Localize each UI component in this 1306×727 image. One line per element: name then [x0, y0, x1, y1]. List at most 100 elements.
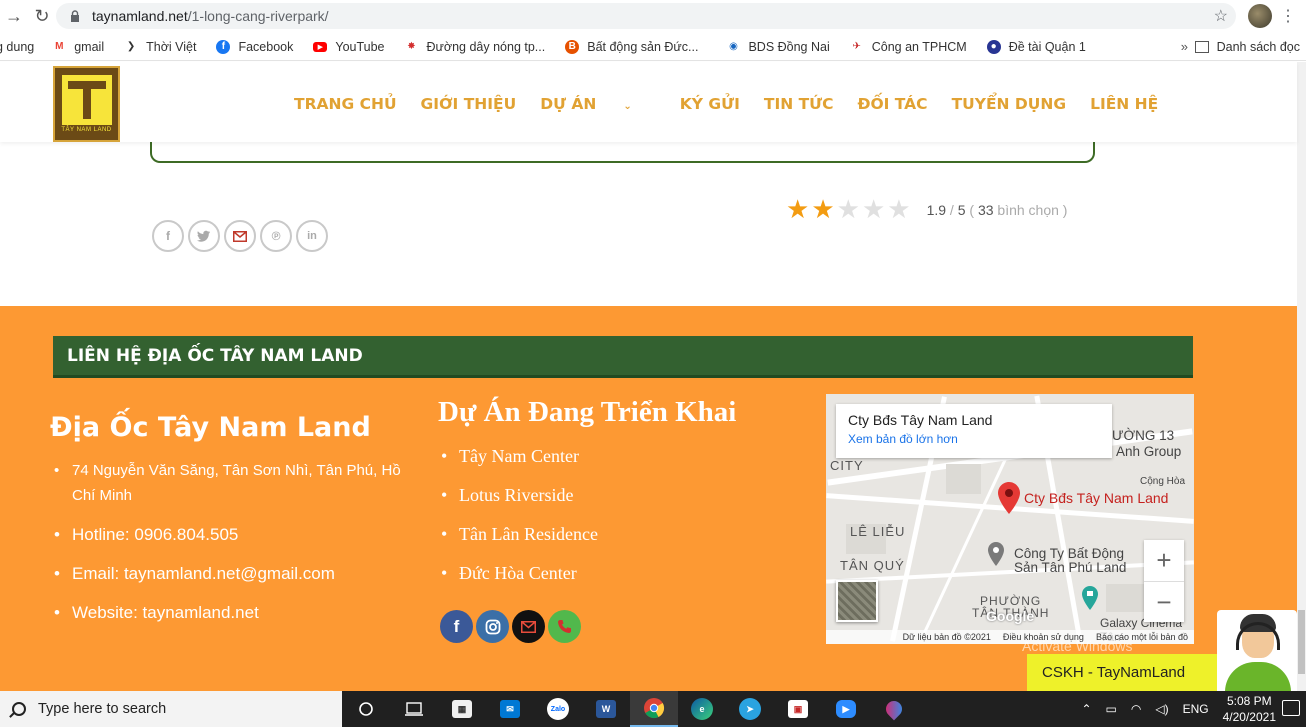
police-icon: ✈	[852, 41, 861, 52]
bookmark-facebook[interactable]: f Facebook	[216, 39, 293, 54]
edge-icon[interactable]: e	[678, 691, 726, 727]
bookmark-bds-dongnai[interactable]: ◉ BDS Đồng Nai	[726, 40, 830, 54]
share-linkedin-icon[interactable]: in	[296, 220, 328, 252]
battery-icon[interactable]: ▭	[1106, 702, 1117, 716]
reading-list-icon	[1194, 41, 1209, 53]
volume-icon[interactable]: ◁)	[1155, 702, 1168, 716]
store-icon[interactable]: ▦	[438, 691, 486, 727]
contact-address: 74 Nguyễn Văn Săng, Tân Sơn Nhì, Tân Phú…	[52, 458, 412, 508]
google-logo: Google	[986, 608, 1035, 624]
project-link[interactable]: Tây Nam Center	[440, 446, 598, 485]
paint-icon[interactable]	[870, 691, 918, 727]
nav-careers[interactable]: TUYỂN DỤNG	[952, 95, 1067, 113]
telegram-icon[interactable]: ➤	[726, 691, 774, 727]
project-link[interactable]: Đức Hòa Center	[440, 563, 598, 602]
bookmark-youtube[interactable]: ▶ YouTube	[313, 40, 385, 54]
contact-hotline[interactable]: Hotline: 0906.804.505	[52, 522, 412, 547]
app-icon[interactable]: ▣	[774, 691, 822, 727]
taskbar-search[interactable]: Type here to search	[0, 691, 342, 727]
map-pin-icon[interactable]	[998, 482, 1020, 514]
scrollbar-thumb[interactable]	[1298, 610, 1305, 674]
bookmark-police[interactable]: ✈ Công an TPHCM	[850, 40, 967, 54]
share-twitter-icon[interactable]	[188, 220, 220, 252]
search-placeholder: Type here to search	[38, 701, 167, 717]
projects-title: Dự Án Đang Triển Khai	[438, 396, 737, 428]
map-zoom-controls: + −	[1144, 540, 1184, 622]
bookmarks-more-icon[interactable]: »	[1181, 39, 1188, 54]
nav-projects[interactable]: DỰ ÁN ⌄	[540, 95, 656, 113]
chevron-down-icon: ⌄	[623, 101, 632, 112]
company-title: Địa Ốc Tây Nam Land	[50, 412, 371, 443]
chevron-up-icon[interactable]: ⌃	[1081, 702, 1091, 716]
bookmark-gmail[interactable]: Mgmail	[52, 40, 104, 54]
profile-avatar[interactable]	[1248, 4, 1272, 28]
forward-icon[interactable]: →	[0, 2, 28, 30]
google-map[interactable]: Cty Bđs Tây Nam Land Xem bản đồ lớn hơn …	[826, 394, 1194, 644]
instagram-icon[interactable]	[476, 610, 509, 643]
share-facebook-icon[interactable]: f	[152, 220, 184, 252]
share-pinterest-icon[interactable]: ℗	[260, 220, 292, 252]
nav-partners[interactable]: ĐỐI TÁC	[857, 95, 927, 113]
star-icon[interactable]: ★	[786, 194, 809, 225]
nav-about[interactable]: GIỚI THIỆU	[421, 95, 517, 113]
nav-contact[interactable]: LIÊN HỆ	[1090, 95, 1158, 113]
zoom-icon[interactable]: ▶	[822, 691, 870, 727]
project-link[interactable]: Lotus Riverside	[440, 485, 598, 524]
share-email-icon[interactable]	[224, 220, 256, 252]
zoom-out-button[interactable]: −	[1144, 581, 1184, 622]
bookmark-thoiviet[interactable]: ❯ Thời Việt	[124, 40, 197, 54]
contact-email[interactable]: Email: taynamland.net@gmail.com	[52, 561, 412, 586]
reading-list[interactable]: Danh sách đọc	[1194, 33, 1300, 61]
reload-icon[interactable]: ↻	[28, 2, 56, 30]
task-view-icon[interactable]	[342, 691, 390, 727]
logo-mark-icon	[61, 75, 112, 125]
mail-icon[interactable]: ✉	[486, 691, 534, 727]
facebook-icon[interactable]: f	[440, 610, 473, 643]
bookmark-district1[interactable]: ● Đề tài Quận 1	[986, 39, 1086, 54]
projects-list: Tây Nam Center Lotus Riverside Tân Lân R…	[440, 446, 598, 602]
support-agent-avatar[interactable]	[1217, 610, 1297, 691]
zalo-icon[interactable]: Zalo	[534, 691, 582, 727]
emblem-icon: ✸	[407, 41, 416, 52]
word-icon[interactable]: W	[582, 691, 630, 727]
cinema-pin-icon[interactable]	[1082, 586, 1098, 610]
widgets-icon[interactable]	[390, 691, 438, 727]
system-tray: ⌃ ▭ ◠ ◁) ENG 5:08 PM 4/20/2021	[1081, 691, 1306, 727]
bookmark-realestate[interactable]: B Bất động sản Đức...	[565, 39, 698, 54]
site-header: TÂY NAM LAND TRANG CHỦ GIỚI THIỆU DỰ ÁN ⌄…	[0, 62, 1297, 142]
clock[interactable]: 5:08 PM 4/20/2021	[1223, 693, 1276, 725]
notification-icon[interactable]	[1282, 700, 1300, 716]
bookmark-star-icon[interactable]: ☆	[1214, 6, 1228, 26]
url-host: taynamland.net	[92, 8, 188, 24]
nav-consign[interactable]: KÝ GỬI	[680, 95, 740, 113]
address-bar[interactable]: taynamland.net/1-long-cang-riverpark/	[56, 3, 1236, 29]
map-larger-link[interactable]: Xem bản đồ lớn hơn	[848, 432, 1100, 446]
menu-icon[interactable]: ⋮	[1280, 6, 1296, 26]
star-icon[interactable]: ★	[811, 194, 834, 225]
bookmark-apps[interactable]: g dung	[0, 40, 34, 54]
nav-news[interactable]: TIN TỨC	[764, 95, 834, 113]
page-scrollbar[interactable]	[1297, 62, 1306, 691]
language-indicator[interactable]: ENG	[1183, 702, 1209, 716]
zoom-in-button[interactable]: +	[1144, 540, 1184, 581]
star-icon[interactable]: ★	[837, 194, 860, 225]
article-content: ★ ★ ★ ★ ★ 1.9 / 5 ( 33 bình chọn ) f ℗ i…	[0, 132, 1297, 306]
contact-website[interactable]: Website: taynamland.net	[52, 600, 412, 625]
bookmark-hotline[interactable]: ✸ Đường dây nóng tp...	[405, 40, 545, 54]
logo-text: TÂY NAM LAND	[61, 127, 112, 133]
site-footer: LIÊN HỆ ĐỊA ỐC TÂY NAM LAND Địa Ốc Tây N…	[0, 306, 1297, 691]
site-logo[interactable]: TÂY NAM LAND	[53, 66, 120, 142]
chrome-icon[interactable]	[630, 691, 678, 727]
nav-home[interactable]: TRANG CHỦ	[294, 95, 397, 113]
project-link[interactable]: Tân Lân Residence	[440, 524, 598, 563]
thoiviet-icon: ❯	[126, 41, 136, 52]
secondary-pin-icon[interactable]	[988, 542, 1004, 566]
email-icon[interactable]	[512, 610, 545, 643]
wifi-icon[interactable]: ◠	[1131, 702, 1141, 716]
cskh-chat-label[interactable]: CSKH - TayNamLand	[1027, 654, 1217, 691]
windows-taskbar: Type here to search ▦ ✉ Zalo W e ➤ ▣ ▶ ⌃…	[0, 691, 1306, 727]
star-icon[interactable]: ★	[887, 194, 910, 225]
phone-icon[interactable]	[548, 610, 581, 643]
satellite-toggle[interactable]	[836, 580, 878, 622]
star-icon[interactable]: ★	[862, 194, 885, 225]
